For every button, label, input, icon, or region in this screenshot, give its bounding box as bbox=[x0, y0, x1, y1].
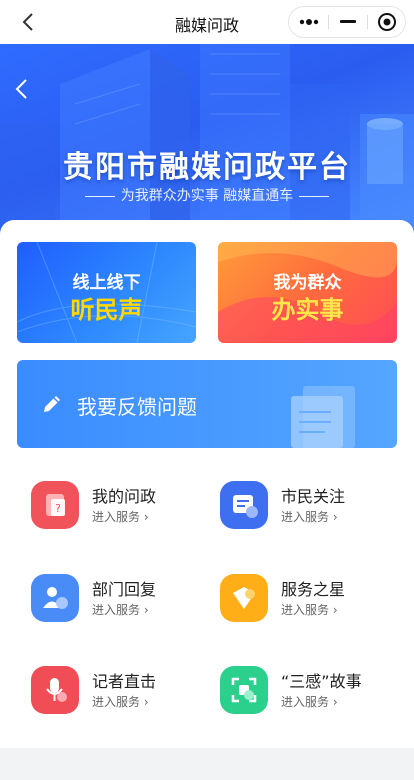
promo-line2: 办实事 bbox=[271, 296, 344, 324]
service-enter: 进入服务 › bbox=[281, 510, 338, 524]
banner-subtitle: 为我群众办实事 融媒直通车 bbox=[0, 185, 414, 205]
service-stories[interactable]: “三感”故事 进入服务 › bbox=[220, 666, 400, 726]
feedback-label: 我要反馈问题 bbox=[77, 395, 197, 419]
city-illustration bbox=[0, 44, 414, 234]
more-dots-icon bbox=[299, 19, 318, 25]
feedback-button[interactable]: 我要反馈问题 bbox=[17, 360, 397, 448]
banner-title: 贵阳市融媒问政平台 bbox=[63, 150, 351, 185]
service-my-inquiry[interactable]: ? 我的问政 进入服务 › bbox=[31, 481, 211, 541]
close-app-button[interactable] bbox=[367, 7, 406, 37]
service-citizen-focus[interactable]: 市民关注 进入服务 › bbox=[220, 481, 400, 541]
star-badge-icon bbox=[220, 574, 268, 622]
minimize-button[interactable] bbox=[328, 7, 367, 37]
service-name: 记者直击 bbox=[92, 672, 157, 691]
service-enter: 进入服务 › bbox=[92, 695, 149, 709]
banner-back-button[interactable] bbox=[14, 78, 38, 102]
promo-do-practical[interactable]: 我为群众 办实事 bbox=[218, 242, 397, 343]
service-department-reply[interactable]: 部门回复 进入服务 › bbox=[31, 574, 211, 634]
service-enter: 进入服务 › bbox=[92, 510, 149, 524]
more-button[interactable] bbox=[289, 7, 328, 37]
question-doc-icon: ? bbox=[31, 481, 79, 529]
service-name: “三感”故事 bbox=[281, 672, 362, 691]
pencil-icon bbox=[44, 396, 60, 412]
banner: 贵阳市融媒问政平台 为我群众办实事 融媒直通车 bbox=[0, 44, 414, 234]
service-name: 市民关注 bbox=[281, 487, 346, 506]
service-name: 部门回复 bbox=[92, 580, 157, 599]
card-heart-icon bbox=[220, 481, 268, 529]
service-reporter[interactable]: 记者直击 进入服务 › bbox=[31, 666, 211, 726]
service-name: 服务之星 bbox=[281, 580, 346, 599]
svg-text:?: ? bbox=[55, 502, 61, 515]
microphone-icon bbox=[31, 666, 79, 714]
promo-line2: 听民声 bbox=[70, 296, 143, 324]
scan-heart-icon bbox=[220, 666, 268, 714]
target-icon bbox=[377, 13, 396, 31]
service-enter: 进入服务 › bbox=[281, 603, 338, 617]
minus-icon bbox=[339, 20, 356, 23]
promo-listen-voice[interactable]: 线上线下 听民声 bbox=[17, 242, 196, 343]
service-star[interactable]: 服务之星 进入服务 › bbox=[220, 574, 400, 634]
service-enter: 进入服务 › bbox=[281, 695, 338, 709]
document-stack-icon bbox=[291, 386, 355, 448]
user-chat-icon bbox=[31, 574, 79, 622]
service-name: 我的问政 bbox=[92, 487, 157, 506]
navbar: 融媒问政 bbox=[0, 0, 414, 44]
service-enter: 进入服务 › bbox=[92, 603, 149, 617]
main-card: 线上线下 听民声 我为群众 办实事 我要反馈问题 ? 我的问政 进入服务 › 市… bbox=[0, 220, 414, 748]
chevron-left-icon bbox=[15, 79, 27, 99]
capsule-menu bbox=[288, 6, 406, 38]
